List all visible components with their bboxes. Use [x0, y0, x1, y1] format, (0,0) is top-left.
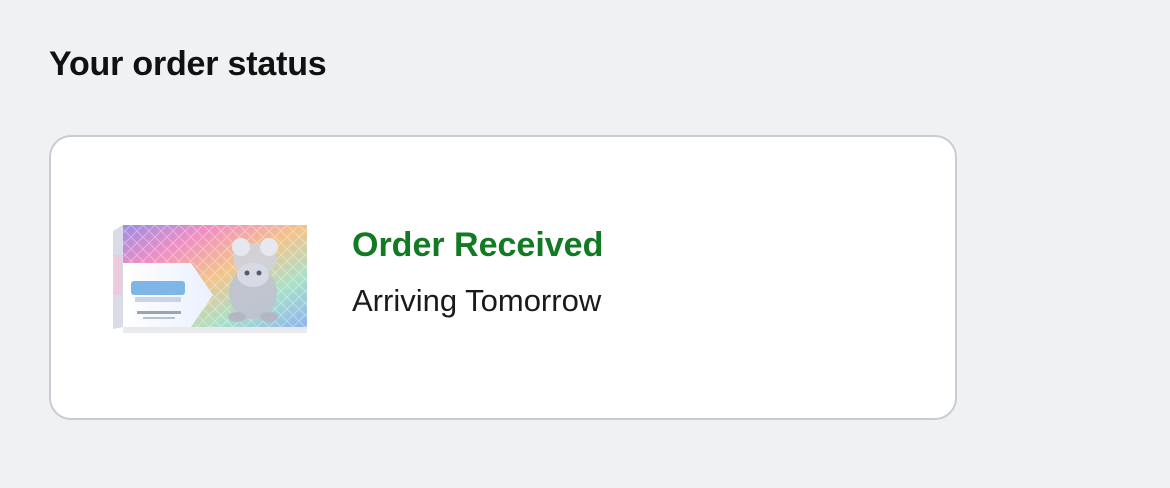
- product-image: [113, 225, 307, 333]
- order-status-label: Order Received: [352, 226, 604, 264]
- arrival-estimate: Arriving Tomorrow: [352, 283, 602, 318]
- order-status-info: Order Received Arriving Tomorrow: [352, 223, 603, 321]
- order-status-card[interactable]: Order Received Arriving Tomorrow: [49, 135, 957, 420]
- section-title: Your order status: [49, 45, 327, 83]
